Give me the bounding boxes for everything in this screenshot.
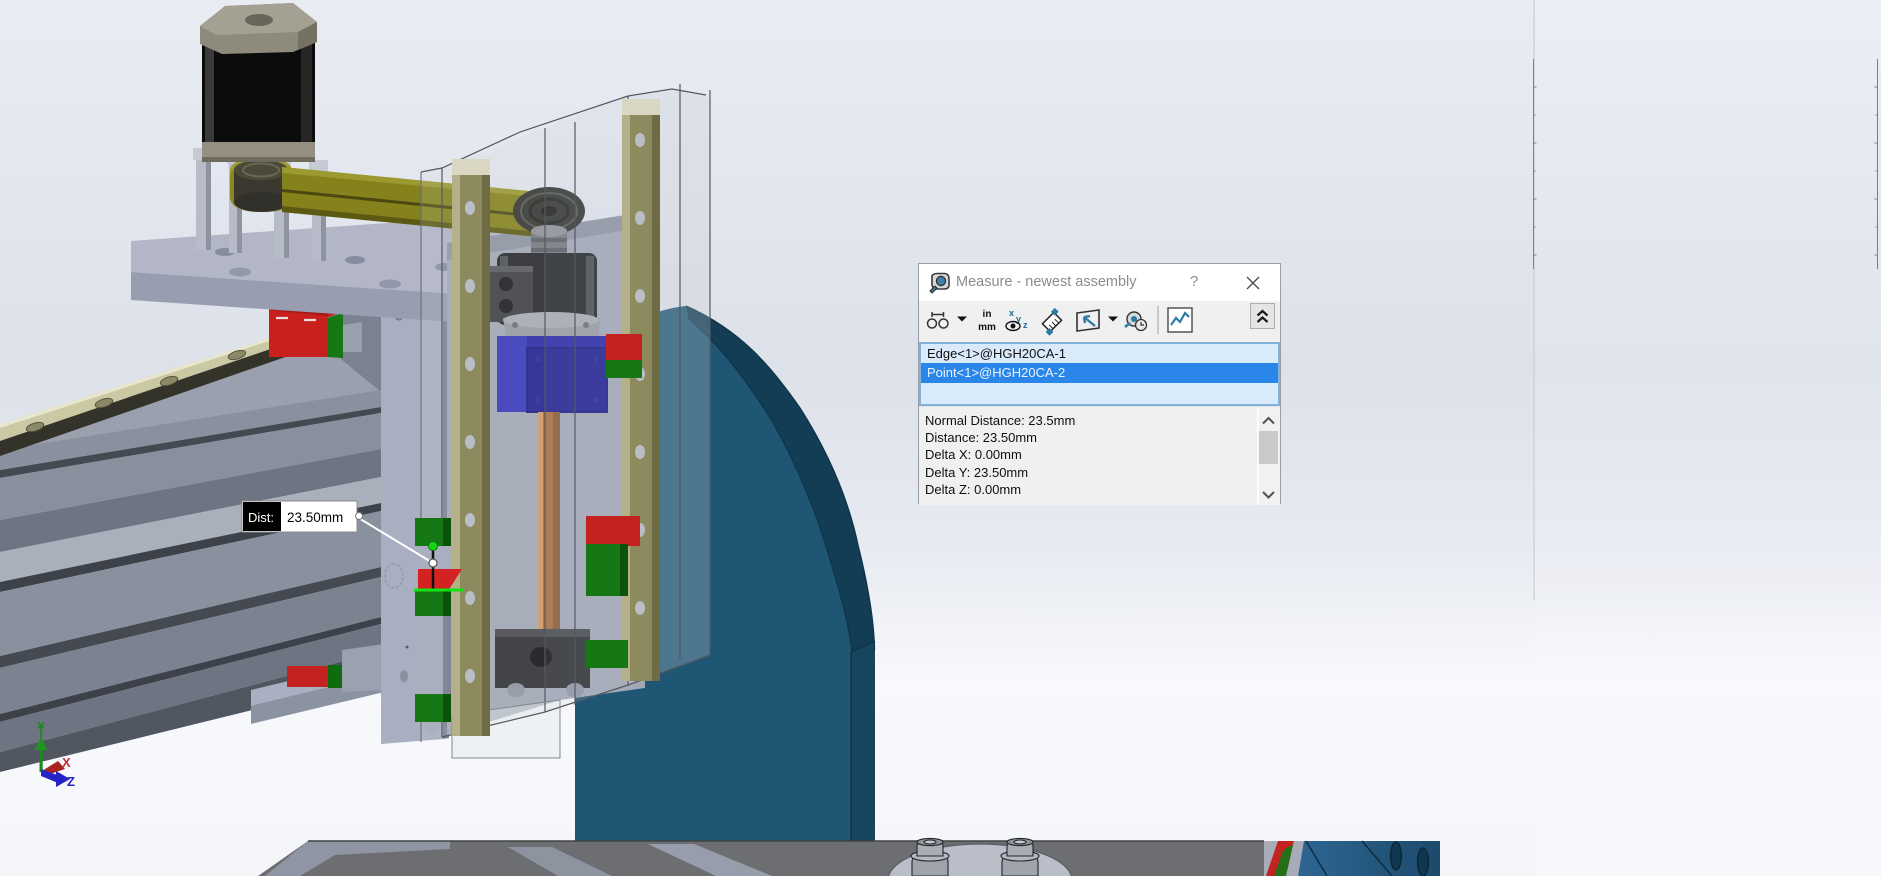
svg-text:Z: Z — [67, 774, 75, 789]
svg-text:in: in — [983, 309, 992, 320]
svg-text:mm: mm — [978, 322, 996, 333]
svg-text:Dist:: Dist: — [248, 510, 274, 525]
svg-text:X: X — [62, 755, 71, 770]
svg-text:23.50mm: 23.50mm — [287, 510, 343, 525]
svg-text:x: x — [1009, 308, 1014, 318]
svg-text:z: z — [1023, 320, 1028, 330]
